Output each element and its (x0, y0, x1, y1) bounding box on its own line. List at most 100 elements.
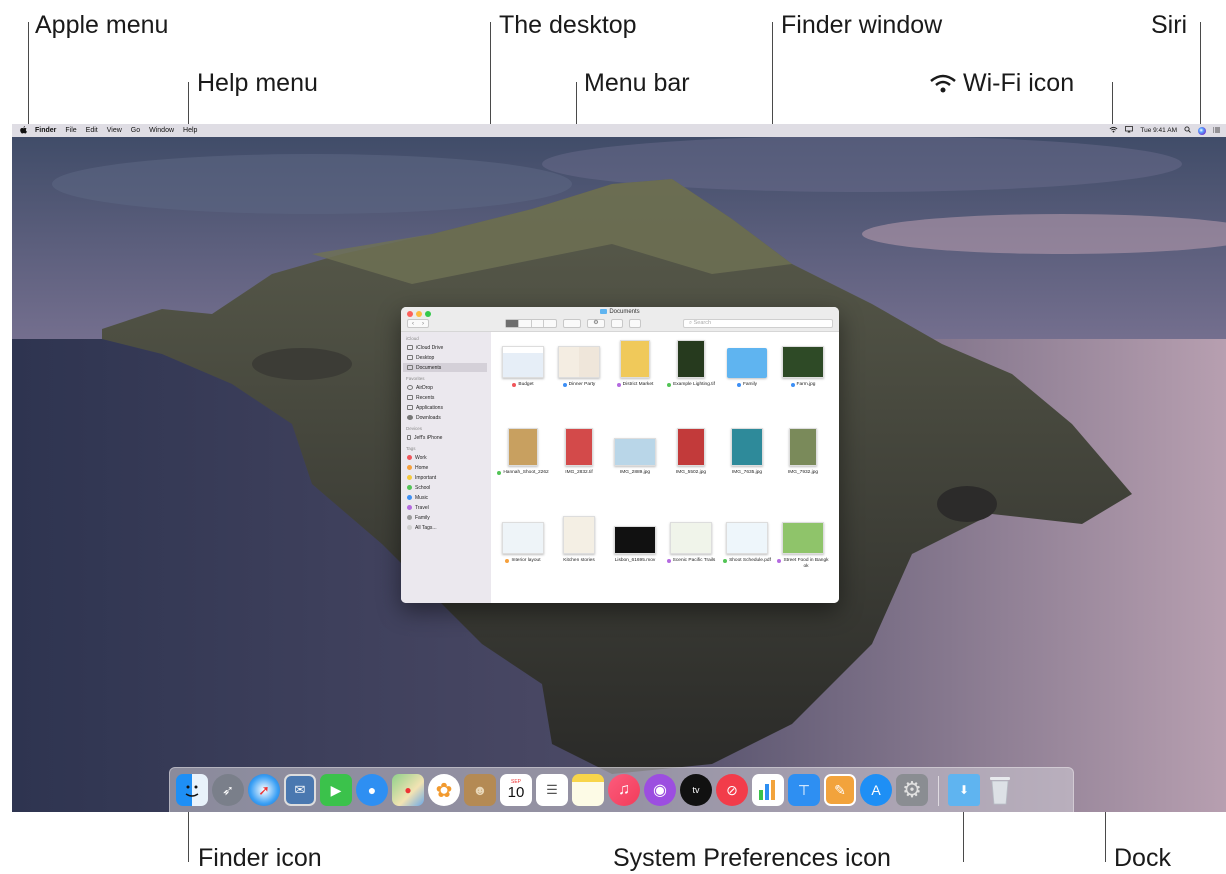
search-field[interactable]: ⌕ Search (683, 319, 833, 328)
calendar-dock-icon[interactable]: SEP 10 (500, 774, 532, 806)
sidebar-item-downloads[interactable]: Downloads (407, 413, 487, 422)
sidebar-item-applications[interactable]: Applications (407, 403, 487, 412)
back-icon[interactable]: ‹ (412, 321, 414, 327)
file-thumbnail (731, 428, 763, 466)
recents-icon (407, 395, 413, 400)
news-dock-icon[interactable]: ⊘ (716, 774, 748, 806)
menu-edit[interactable]: Edit (86, 127, 98, 134)
menu-file[interactable]: File (65, 127, 76, 134)
gallery-view-icon[interactable] (543, 320, 556, 327)
system-preferences-dock-icon[interactable]: ⚙ (896, 774, 928, 806)
documents-folder-icon (407, 365, 413, 370)
menu-view[interactable]: View (107, 127, 122, 134)
file-item[interactable]: Lisbon_61695.mov (607, 514, 663, 564)
menu-clock[interactable]: Tue 9:41 AM (1140, 127, 1177, 134)
callout-siri: Siri (1151, 11, 1188, 39)
pages-dock-icon[interactable]: ✎ (824, 774, 856, 806)
file-item[interactable]: Kitchen stories (551, 514, 607, 564)
file-item[interactable]: IMG_2832.tif (551, 426, 607, 476)
file-item[interactable]: Interior layout (495, 514, 551, 564)
numbers-dock-icon[interactable] (752, 774, 784, 806)
file-item[interactable]: IMG_7932.jpg (775, 426, 831, 476)
view-mode-buttons[interactable] (505, 319, 557, 328)
file-thumbnail (782, 522, 824, 554)
tag-button[interactable] (629, 319, 641, 328)
sidebar-tag-item[interactable]: All Tags... (407, 523, 487, 532)
notes-dock-icon[interactable] (572, 774, 604, 806)
safari-dock-icon[interactable]: ➚ (248, 774, 280, 806)
file-item[interactable]: Dinner Party (551, 338, 607, 388)
trash-dock-icon[interactable] (984, 774, 1016, 806)
file-tag-dot (616, 383, 621, 387)
sidebar-item-iphone[interactable]: Jeff's iPhone (407, 433, 487, 442)
finder-window[interactable]: Documents ‹ › ⚙ ⌕ Search iCloud iCloud D… (401, 307, 839, 603)
file-name: Kitchen stories (563, 558, 595, 563)
file-item[interactable]: Family (719, 338, 775, 388)
file-item[interactable]: Budget (495, 338, 551, 388)
file-item[interactable]: Street Food in Bangkok (775, 514, 831, 570)
notification-center-icon[interactable] (1213, 126, 1220, 135)
facetime-dock-icon[interactable]: ▶ (320, 774, 352, 806)
app-store-dock-icon[interactable]: A (860, 774, 892, 806)
column-view-icon[interactable] (530, 320, 544, 327)
file-item[interactable]: District Market (607, 338, 663, 388)
sidebar-item-icloud-drive[interactable]: iCloud Drive (407, 343, 487, 352)
apple-menu-icon[interactable] (20, 125, 27, 136)
file-item[interactable]: Shoot Schedule.pdf (719, 514, 775, 564)
contacts-dock-icon[interactable]: ☻ (464, 774, 496, 806)
sidebar-tag-item[interactable]: Family (407, 513, 487, 522)
sidebar-tag-item[interactable]: Music (407, 493, 487, 502)
airplay-icon[interactable] (1125, 126, 1134, 135)
menu-go[interactable]: Go (131, 127, 140, 134)
menu-help[interactable]: Help (183, 127, 197, 134)
keynote-dock-icon[interactable]: ⊤ (788, 774, 820, 806)
list-view-icon[interactable] (517, 320, 531, 327)
downloads-stack-dock-icon[interactable]: ⬇ (948, 774, 980, 806)
photos-dock-icon[interactable]: ✿ (428, 774, 460, 806)
file-item[interactable]: Example Lighting.tif (663, 338, 719, 388)
callout-finder-icon: Finder icon (198, 844, 322, 872)
file-item[interactable]: IMG_7635.jpg (719, 426, 775, 476)
maps-dock-icon[interactable]: ● (392, 774, 424, 806)
sidebar-item-airdrop[interactable]: AirDrop (407, 383, 487, 392)
sidebar-tag-item[interactable]: Important (407, 473, 487, 482)
music-dock-icon[interactable]: ♫ (608, 774, 640, 806)
share-button[interactable] (611, 319, 623, 328)
sidebar-item-documents[interactable]: Documents (403, 363, 487, 372)
file-item[interactable]: Hannah_Shoot_2262 (495, 426, 551, 476)
messages-dock-icon[interactable]: ● (356, 774, 388, 806)
file-thumbnail (727, 348, 767, 378)
file-item[interactable]: IMG_2889.jpg (607, 426, 663, 476)
callout-wifi: Wi-Fi icon (963, 69, 1075, 97)
sidebar-item-desktop[interactable]: Desktop (407, 353, 487, 362)
sidebar-tag-item[interactable]: School (407, 483, 487, 492)
action-gear-button[interactable]: ⚙ (587, 319, 605, 328)
sidebar-tag-item[interactable]: Travel (407, 503, 487, 512)
file-item[interactable]: IMG_5502.jpg (663, 426, 719, 476)
back-forward-buttons[interactable]: ‹ › (407, 319, 429, 328)
forward-icon[interactable]: › (422, 321, 424, 327)
tv-dock-icon[interactable]: tv (680, 774, 712, 806)
podcasts-dock-icon[interactable]: ◉ (644, 774, 676, 806)
file-tag-dot (562, 383, 567, 387)
spotlight-search-icon[interactable] (1184, 126, 1191, 135)
mail-dock-icon[interactable]: ✉ (284, 774, 316, 806)
icon-view-icon[interactable] (506, 320, 518, 327)
group-button[interactable] (563, 319, 581, 328)
app-store-icon: A (871, 782, 881, 798)
sidebar-tag-item[interactable]: Work (407, 453, 487, 462)
sidebar-item-recents[interactable]: Recents (407, 393, 487, 402)
launchpad-dock-icon[interactable]: ➶ (212, 774, 244, 806)
sidebar-tag-item[interactable]: Home (407, 463, 487, 472)
reminders-dock-icon[interactable]: ☰ (536, 774, 568, 806)
file-item[interactable]: Farm.jpg (775, 338, 831, 388)
menu-finder[interactable]: Finder (35, 127, 56, 134)
callout-line-apple-menu (28, 22, 29, 125)
file-item[interactable]: Scenic Pacific Trails (663, 514, 719, 564)
siri-icon[interactable] (1198, 126, 1206, 135)
menu-window[interactable]: Window (149, 127, 174, 134)
finder-dock-icon[interactable] (176, 774, 208, 806)
finder-content-icon-view[interactable]: Budget Dinner Party District Market Example… (491, 332, 839, 603)
wifi-icon[interactable] (1109, 126, 1118, 135)
file-name: Family (742, 382, 758, 387)
